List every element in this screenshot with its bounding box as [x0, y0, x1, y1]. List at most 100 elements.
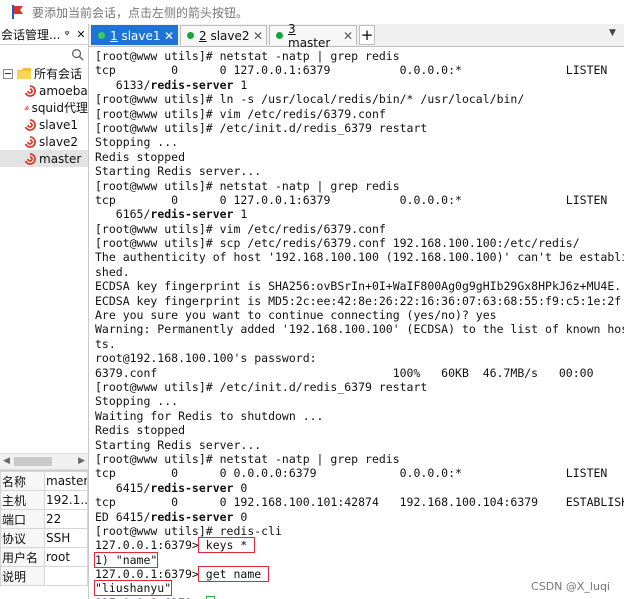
terminal-line: shed.	[95, 264, 130, 279]
session-label: master	[39, 151, 82, 166]
highlighted-result: "liushanyu"	[93, 580, 173, 597]
property-value: SSH	[44, 528, 88, 548]
terminal-line: 1) "name"	[93, 551, 624, 568]
session-panel-header: 会话管理... ᵠ ✕	[0, 24, 88, 45]
session-panel: 会话管理... ᵠ ✕ 所有会话 amoeba squid代理 slave1 s…	[0, 24, 89, 599]
session-icon	[24, 84, 36, 97]
terminal-line: [root@www utils]# scp /etc/redis/6379.co…	[95, 236, 580, 251]
terminal-line: 6133/redis-server 1	[95, 77, 248, 92]
watermark: CSDN @X_luqi	[531, 580, 610, 593]
session-item-amoeba[interactable]: amoeba	[0, 82, 88, 99]
add-tab-button[interactable]: +	[359, 25, 375, 45]
session-item-master[interactable]: master	[0, 150, 88, 167]
terminal-line: ECDSA key fingerprint is SHA256:ovBSrIn+…	[95, 279, 622, 294]
terminal-line: 127.0.0.1:6379> keys *	[95, 537, 256, 554]
property-key: 说明	[0, 566, 45, 586]
tab-slave2[interactable]: 2 slave2 ✕	[180, 25, 267, 45]
property-row: 协议 SSH	[0, 528, 88, 548]
close-tab-icon[interactable]: ✕	[161, 29, 177, 43]
collapse-icon[interactable]	[3, 68, 13, 79]
terminal-line: [root@www utils]# ln -s /usr/local/redis…	[95, 92, 525, 107]
close-tab-icon[interactable]: ✕	[250, 29, 266, 43]
property-key: 端口	[0, 509, 45, 529]
terminal-line: root@192.168.100.100's password:	[95, 351, 317, 366]
property-value: 22	[44, 509, 88, 529]
property-row: 用户名 root	[0, 547, 88, 567]
terminal-line: tcp 0 0 127.0.0.1:6379 0.0.0.0:* LISTEN	[95, 63, 608, 78]
session-icon	[24, 105, 29, 110]
terminal-line: Stopping ...	[95, 135, 179, 150]
flag-icon[interactable]	[10, 4, 26, 20]
terminal-line: [root@www utils]# vim /etc/redis/6379.co…	[95, 106, 386, 121]
horizontal-scrollbar[interactable]: ◀ ▶	[0, 453, 88, 470]
terminal-output[interactable]: [root@www utils]# netstat -natp | grep r…	[89, 47, 624, 599]
session-tree: 所有会话 amoeba squid代理 slave1 slave2 master	[0, 65, 88, 167]
tab-label: 3 master	[288, 21, 331, 50]
tree-root-label: 所有会话	[34, 67, 83, 81]
tab-label: 1 slave1	[110, 28, 161, 43]
session-icon	[24, 152, 36, 165]
tab-label: 2 slave2	[199, 28, 250, 43]
terminal-line: 6415/redis-server 0	[95, 480, 248, 495]
terminal-line: [root@www utils]# netstat -natp | grep r…	[95, 178, 400, 193]
session-item-slave1[interactable]: slave1	[0, 116, 88, 133]
tab-slave1[interactable]: 1 slave1 ✕	[91, 25, 178, 45]
scroll-right-icon[interactable]: ▶	[78, 456, 85, 466]
close-icon[interactable]: ✕	[74, 28, 88, 41]
pin-icon[interactable]: ᵠ	[60, 28, 74, 41]
property-key: 用户名	[0, 547, 45, 567]
terminal-line: tcp 0 0 192.168.100.101:42874 192.168.10…	[95, 495, 624, 510]
property-value	[44, 566, 88, 586]
highlighted-result: 1) "name"	[93, 551, 159, 568]
session-label: slave1	[39, 117, 79, 132]
property-row: 主机 192.1...	[0, 490, 88, 510]
property-value: root	[44, 547, 88, 567]
session-label: slave2	[39, 134, 79, 149]
session-panel-title: 会话管理...	[1, 27, 60, 42]
terminal-line: Stopping ...	[95, 394, 179, 409]
terminal-lines: [root@www utils]# netstat -natp | grep r…	[93, 49, 624, 599]
terminal-line: [root@www utils]# netstat -natp | grep r…	[95, 451, 400, 466]
session-icon	[24, 135, 36, 148]
terminal-line: Redis stopped	[95, 149, 186, 164]
terminal-line: [root@www utils]# /etc/init.d/redis_6379…	[95, 379, 428, 394]
terminal-line: Waiting for Redis to shutdown ...	[95, 408, 324, 423]
session-item-slave2[interactable]: slave2	[0, 133, 88, 150]
terminal-line: 6379.conf 100% 60KB 46.7MB/s 00:00	[95, 365, 594, 380]
session-item-squid[interactable]: squid代理	[0, 99, 88, 116]
hint-text: 要添加当前会话，点击左侧的箭头按钮。	[32, 5, 249, 20]
terminal-line: [root@www utils]# vim /etc/redis/6379.co…	[95, 221, 386, 236]
highlighted-command: keys *	[197, 537, 256, 554]
session-search[interactable]	[0, 45, 88, 65]
connected-icon	[276, 32, 283, 39]
scroll-left-icon[interactable]: ◀	[3, 456, 10, 466]
terminal-line: tcp 0 0 0.0.0.0:6379 0.0.0.0:* LISTEN	[95, 466, 608, 481]
tab-bar: 1 slave1 ✕ 2 slave2 ✕ 3 master ✕ + ▼	[89, 22, 624, 50]
tab-menu-icon[interactable]: ▼	[609, 28, 616, 38]
scroll-thumb[interactable]	[14, 457, 52, 466]
terminal-line: ECDSA key fingerprint is MD5:2c:ee:42:8e…	[95, 293, 624, 308]
property-row: 说明	[0, 566, 88, 586]
terminal-line: ED 6415/redis-server 0	[95, 509, 248, 524]
folder-icon	[17, 68, 31, 79]
search-icon[interactable]	[71, 48, 84, 61]
property-key: 名称	[0, 471, 45, 491]
terminal-line: tcp 0 0 127.0.0.1:6379 0.0.0.0:* LISTEN	[95, 192, 608, 207]
terminal-line: The authenticity of host '192.168.100.10…	[95, 250, 624, 265]
terminal-line: Are you sure you want to continue connec…	[95, 308, 497, 323]
session-label: amoeba	[39, 83, 88, 98]
highlighted-command: get name	[197, 566, 270, 583]
terminal-line: [root@www utils]# redis-cli	[95, 523, 282, 538]
terminal-line: ts.	[95, 336, 116, 351]
terminal-line: Starting Redis server...	[95, 437, 262, 452]
tree-root[interactable]: 所有会话	[0, 65, 88, 82]
properties-table: 名称 master 主机 192.1... 端口 22 协议 SSH 用户名 root 说明	[0, 470, 88, 586]
close-tab-icon[interactable]: ✕	[340, 29, 356, 43]
terminal-line: [root@www utils]# netstat -natp | grep r…	[95, 49, 400, 63]
connected-icon	[98, 32, 105, 39]
property-value: 192.1...	[44, 490, 88, 510]
tab-master[interactable]: 3 master ✕	[269, 22, 357, 50]
terminal-line: 6165/redis-server 1	[95, 207, 248, 222]
property-key: 主机	[0, 490, 45, 510]
terminal-line: [root@www utils]# /etc/init.d/redis_6379…	[95, 120, 428, 135]
